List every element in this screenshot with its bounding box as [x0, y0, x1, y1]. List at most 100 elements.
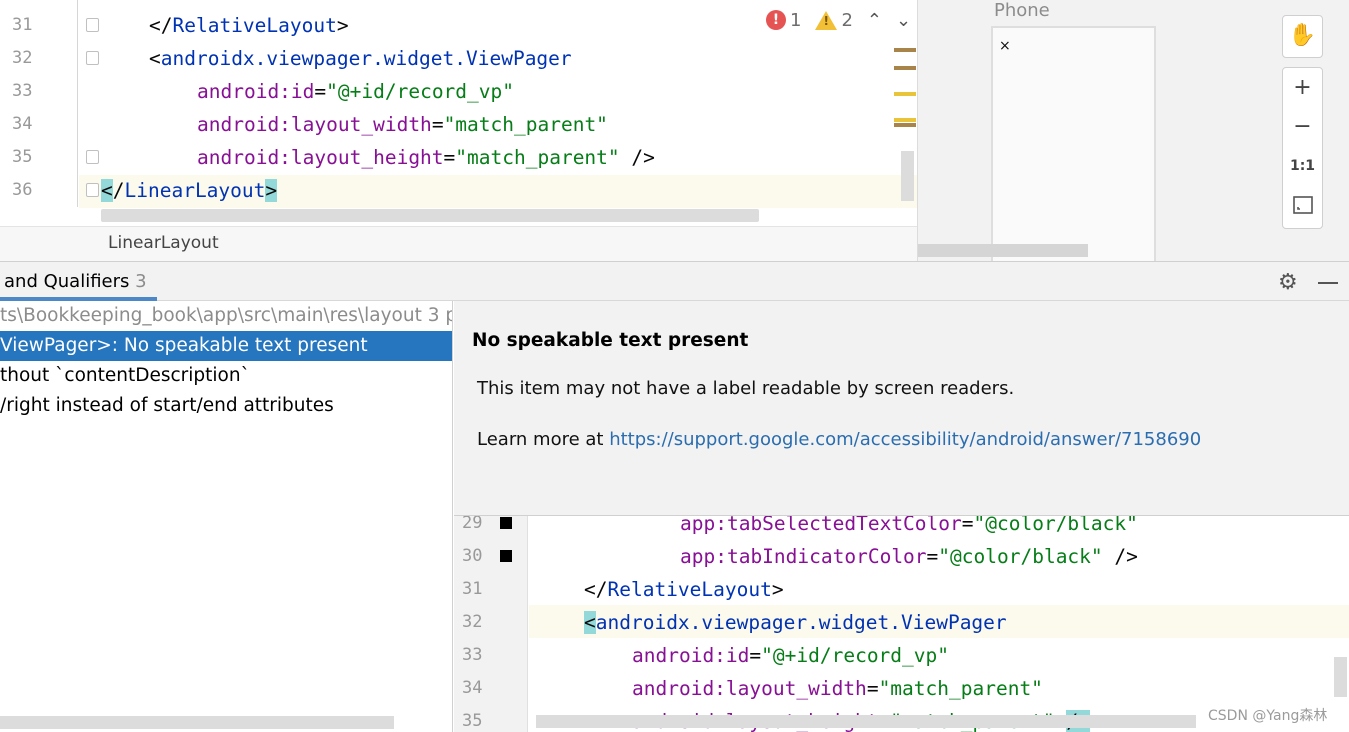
problem-text: /right instead of start/end attributes [0, 395, 334, 416]
line-number: 33 [12, 81, 33, 101]
zoom-to-fit-button[interactable] [1283, 185, 1322, 224]
fold-marker-icon[interactable] [86, 18, 99, 32]
problem-text: thout `contentDescription` [0, 365, 250, 386]
breadcrumb-item[interactable]: LinearLayout [108, 233, 219, 253]
code-token: = [443, 146, 456, 169]
code-token: RelativeLayout [172, 14, 337, 37]
code-token: = [926, 545, 939, 568]
actual-size-button[interactable]: 1:1 [1283, 146, 1322, 185]
zoom-in-button[interactable]: + [1283, 68, 1322, 107]
detail-code-preview[interactable]: 29 30 31 32 33 34 35 app:tabSelectedText… [454, 516, 1349, 732]
line-number: 33 [462, 645, 483, 665]
gear-icon[interactable]: ⚙ [1278, 270, 1298, 295]
watermark: CSDN @Yang森林 [1208, 708, 1328, 724]
line-number: 34 [12, 114, 33, 134]
code-token: > [771, 578, 784, 601]
code-token: </ [149, 14, 173, 37]
line-number: 31 [462, 579, 483, 599]
code-token: = [314, 80, 327, 103]
inspection-widget[interactable]: ! 1 ! 2 ⌃ ⌄ [760, 6, 911, 34]
line-number: 32 [462, 612, 483, 632]
color-swatch-icon[interactable] [500, 550, 512, 562]
line-number: 35 [462, 711, 483, 731]
line-number: 30 [462, 546, 483, 566]
tab-layout-and-qualifiers[interactable]: and Qualifiers 3 [4, 271, 147, 292]
pan-tool-group: ✋ [1282, 15, 1323, 58]
zoom-out-button[interactable]: − [1283, 107, 1322, 146]
code-line[interactable]: android:layout_height="match_parent" /> [197, 141, 655, 174]
code-token: "match_parent" [878, 677, 1043, 700]
code-token: < [149, 47, 161, 70]
line-number: 35 [12, 147, 33, 167]
code-token: androidx.viewpager.widget.ViewPager [160, 47, 572, 70]
code-line[interactable]: <androidx.viewpager.widget.ViewPager [584, 606, 1007, 639]
line-number: 29 [462, 516, 483, 533]
code-token: "@color/black" [973, 516, 1138, 535]
error-stripe-marker[interactable] [894, 123, 916, 127]
fold-marker-icon[interactable] [86, 150, 99, 164]
top-code-editor[interactable]: 31 32 33 34 35 36 </RelativeLayout> <and… [0, 0, 917, 226]
problems-panel-header: and Qualifiers 3 ⚙ [0, 261, 1349, 301]
line-number: 34 [462, 678, 483, 698]
code-line[interactable]: android:id="@+id/record_vp" [632, 639, 949, 672]
horizontal-scrollbar[interactable] [536, 715, 1196, 728]
code-token: > [336, 14, 349, 37]
vertical-scrollbar[interactable] [1334, 657, 1347, 697]
code-token: android:layout_height [197, 146, 444, 169]
learn-more-label: Learn more at [477, 429, 610, 450]
minimize-icon[interactable] [1318, 282, 1338, 284]
fold-marker-icon[interactable] [86, 51, 99, 65]
detail-title: No speakable text present [472, 330, 749, 351]
vertical-scrollbar[interactable] [901, 151, 914, 201]
list-item[interactable]: thout `contentDescription` [0, 361, 452, 391]
code-token: "@+id/record_vp" [326, 80, 514, 103]
code-token: </ [584, 578, 608, 601]
code-line[interactable]: app:tabIndicatorColor="@color/black" /> [680, 540, 1138, 573]
code-token: RelativeLayout [607, 578, 772, 601]
code-line[interactable]: android:layout_width="match_parent" [632, 672, 1043, 705]
color-swatch-icon[interactable] [500, 517, 512, 529]
detail-description: This item may not have a label readable … [477, 378, 1015, 399]
error-stripe-marker[interactable] [894, 66, 916, 70]
warning-stripe-marker[interactable] [894, 92, 916, 96]
code-token: "match_parent" [455, 146, 620, 169]
list-item[interactable]: ts\Bookkeeping_book\app\src\main\res\lay… [0, 301, 452, 331]
matched-bracket: < [101, 179, 113, 202]
list-item[interactable]: /right instead of start/end attributes [0, 391, 452, 421]
zoom-tool-group: + − 1:1 [1282, 67, 1323, 229]
phone-preview[interactable]: × [991, 26, 1156, 266]
close-icon: × [999, 38, 1011, 54]
horizontal-scrollbar[interactable] [0, 716, 394, 729]
code-token: "@color/black" [938, 545, 1103, 568]
matched-bracket: < [584, 611, 596, 634]
code-token: android:layout_width [632, 677, 867, 700]
learn-more-line: Learn more at https://support.google.com… [477, 429, 1201, 450]
code-line[interactable]: </RelativeLayout> [584, 573, 784, 606]
code-token: app:tabSelectedTextColor [680, 516, 962, 535]
chevron-up-icon[interactable]: ⌃ [867, 10, 882, 31]
code-token: / [112, 179, 125, 202]
code-line[interactable]: <androidx.viewpager.widget.ViewPager [149, 42, 572, 75]
fold-marker-icon[interactable] [86, 183, 99, 197]
code-token: androidx.viewpager.widget.ViewPager [595, 611, 1007, 634]
horizontal-scrollbar[interactable] [101, 209, 759, 222]
code-token: = [431, 113, 444, 136]
warning-stripe-marker[interactable] [894, 118, 916, 122]
learn-more-link[interactable]: https://support.google.com/accessibility… [609, 429, 1201, 450]
code-line[interactable]: app:tabSelectedTextColor="@color/black" [680, 516, 1138, 540]
code-line[interactable]: </RelativeLayout> [149, 9, 349, 42]
code-line[interactable]: </LinearLayout> [101, 174, 278, 207]
line-number: 31 [12, 15, 33, 35]
tab-count: 3 [135, 271, 147, 292]
matched-bracket: > [265, 179, 278, 202]
code-token: = [749, 644, 762, 667]
code-line[interactable]: android:id="@+id/record_vp" [197, 75, 514, 108]
chevron-down-icon[interactable]: ⌄ [896, 10, 911, 31]
code-token: android:id [632, 644, 750, 667]
horizontal-scrollbar[interactable] [918, 244, 1088, 257]
list-item-selected[interactable]: ViewPager>: No speakable text present [0, 331, 452, 361]
problem-path: ts\Bookkeeping_book\app\src\main\res\lay… [0, 305, 422, 326]
error-stripe-marker[interactable] [894, 48, 916, 52]
code-line[interactable]: android:layout_width="match_parent" [197, 108, 608, 141]
pan-hand-icon[interactable]: ✋ [1283, 16, 1322, 55]
